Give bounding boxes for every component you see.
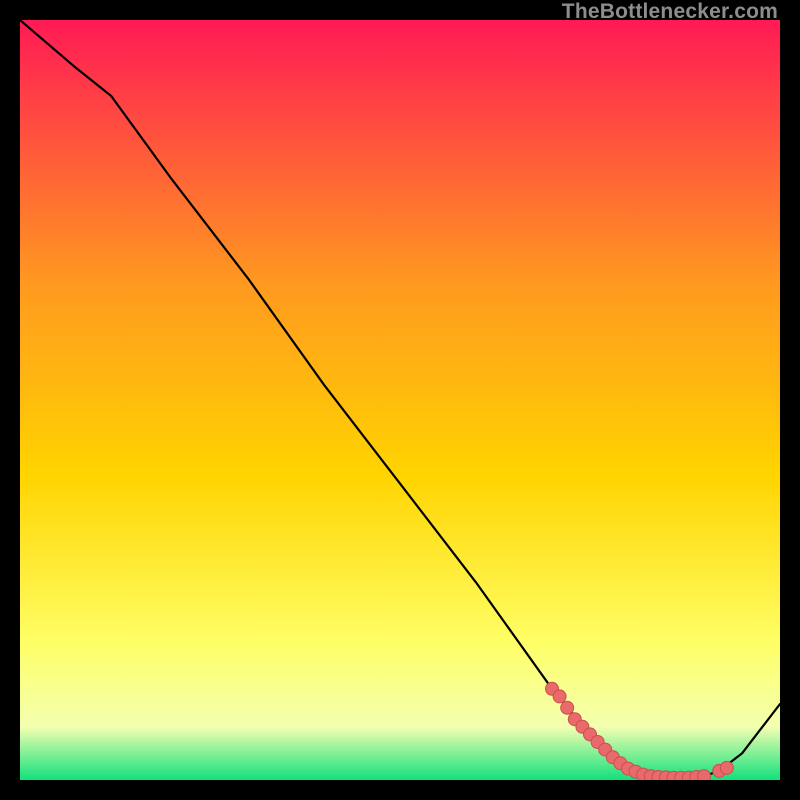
outer-frame: TheBottlenecker.com <box>0 0 800 800</box>
marker-point <box>720 761 733 774</box>
attribution-label: TheBottlenecker.com <box>562 0 778 24</box>
marker-point <box>553 690 566 703</box>
gradient-background <box>20 20 780 780</box>
marker-point <box>561 701 574 714</box>
chart-canvas <box>20 20 780 780</box>
marker-point <box>698 770 711 780</box>
